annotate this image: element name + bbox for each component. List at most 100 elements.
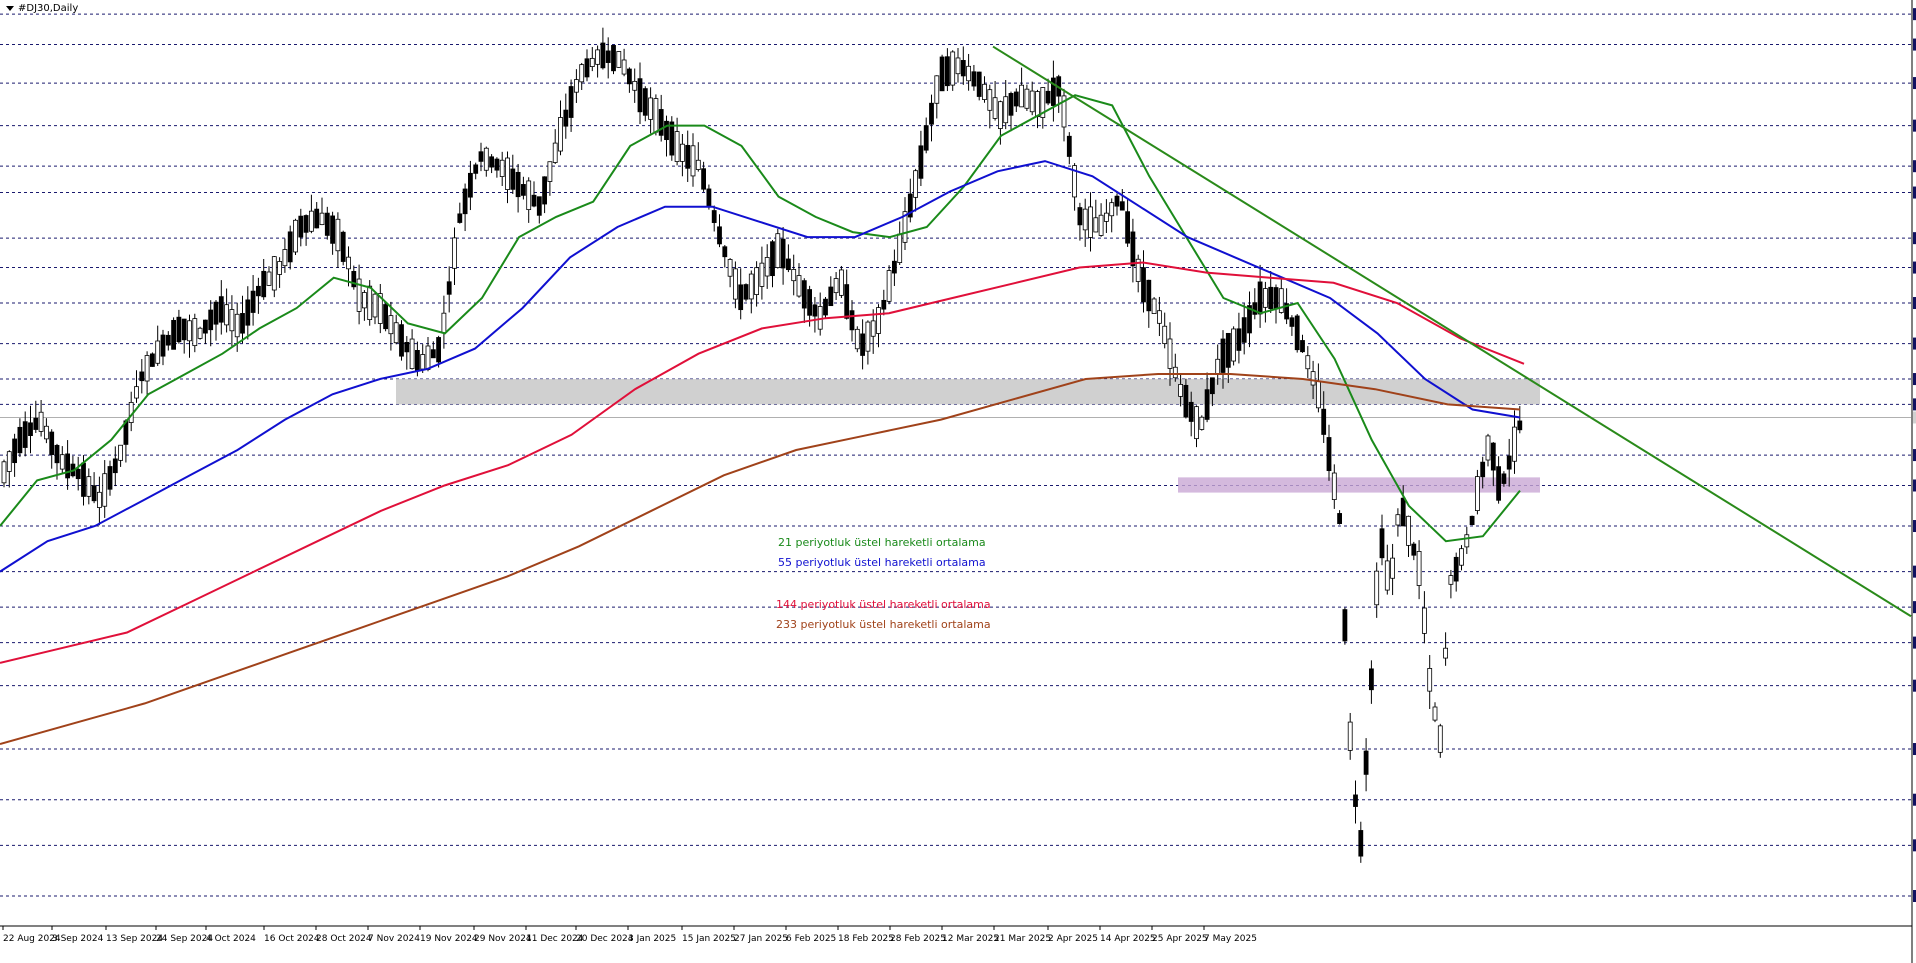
bear-candle xyxy=(568,86,574,118)
time-axis[interactable]: 22 Aug 20243 Sep 2024 13 Sep 202424 Sep 2… xyxy=(2,926,1257,944)
bear-candle xyxy=(218,296,224,323)
bear-candle xyxy=(250,290,256,313)
bear-candle xyxy=(611,45,616,72)
bull-candle xyxy=(388,315,394,335)
bear-candle xyxy=(849,310,855,331)
bull-candle xyxy=(1162,325,1168,344)
x-tick-label: 27 Jan 2025 xyxy=(734,934,788,944)
bull-candle xyxy=(897,233,903,263)
bull-candle xyxy=(616,51,622,68)
bear-candle xyxy=(240,313,245,334)
bull-candle xyxy=(1427,668,1433,692)
support-zone xyxy=(1178,477,1540,493)
bull-candle xyxy=(483,147,489,171)
bear-candle xyxy=(160,334,166,357)
bear-candle xyxy=(722,246,728,258)
x-tick-label: 3 Jan 2025 xyxy=(628,934,676,944)
bear-candle xyxy=(165,334,171,346)
bull-candle xyxy=(552,142,558,163)
bear-candle xyxy=(743,284,749,300)
x-tick-label: 6 Feb 2025 xyxy=(786,934,836,944)
bull-candle xyxy=(499,159,505,177)
bull-candle xyxy=(1035,91,1040,118)
bear-candle xyxy=(923,125,929,151)
bear-candle xyxy=(1453,556,1459,582)
bear-candle xyxy=(1125,211,1130,244)
resistance-zone xyxy=(396,379,1540,405)
bear-candle xyxy=(584,58,590,78)
bull-candle xyxy=(839,269,844,296)
bull-candle xyxy=(966,65,971,82)
bull-candle xyxy=(1263,288,1268,308)
bear-candle xyxy=(494,158,500,171)
bull-candle xyxy=(134,386,139,399)
bear-candle xyxy=(330,215,336,244)
bear-candle xyxy=(770,241,775,277)
bear-candle xyxy=(1369,668,1374,691)
bear-candle xyxy=(515,171,521,198)
bear-candle xyxy=(91,485,97,502)
bull-candle xyxy=(1088,206,1093,238)
bear-candle xyxy=(1400,497,1406,527)
bull-candle xyxy=(1157,310,1162,324)
bull-candle xyxy=(86,476,92,497)
bull-candle xyxy=(621,59,627,75)
bear-candle xyxy=(430,349,436,359)
bear-candle xyxy=(1114,195,1120,207)
bull-candle xyxy=(1384,560,1390,591)
bear-candle xyxy=(563,109,569,127)
bear-candle xyxy=(1066,135,1072,157)
bull-candle xyxy=(361,292,367,309)
bull-candle xyxy=(1305,355,1311,370)
bull-candle xyxy=(234,313,240,338)
bear-candle xyxy=(1506,455,1512,470)
bear-candle xyxy=(701,168,706,190)
bear-candle xyxy=(1379,528,1385,559)
bear-candle xyxy=(22,421,28,448)
bull-candle xyxy=(1199,416,1205,430)
bull-candle xyxy=(791,269,797,282)
bear-candle xyxy=(510,168,516,190)
x-tick-label: 7 Nov 2024 xyxy=(368,934,420,944)
bear-candle xyxy=(1236,328,1242,351)
bull-candle xyxy=(59,454,65,470)
bull-candle xyxy=(293,219,298,253)
bull-candle xyxy=(526,180,532,211)
bear-candle xyxy=(303,215,309,233)
bear-candle xyxy=(1321,408,1327,435)
bull-candle xyxy=(1019,84,1024,108)
bull-candle xyxy=(420,354,426,370)
bear-candle xyxy=(176,316,182,343)
bear-candle xyxy=(171,319,177,350)
bull-candle xyxy=(987,89,993,111)
bear-candle xyxy=(107,466,113,490)
symbol-title[interactable]: #DJ30,Daily xyxy=(6,3,78,14)
bull-candle xyxy=(1003,96,1009,124)
bear-candle xyxy=(446,281,452,295)
bull-candle xyxy=(372,293,378,318)
bull-candle xyxy=(589,57,595,67)
descending-trendline xyxy=(992,45,1912,618)
bear-candle xyxy=(489,156,495,168)
bear-candle xyxy=(1411,543,1417,556)
legend-ema144: 144 periyotluk üstel hareketli ortalama xyxy=(776,598,991,611)
bear-candle xyxy=(1300,340,1305,353)
bull-candle xyxy=(425,345,431,370)
bull-candle xyxy=(1215,358,1221,375)
dropdown-arrow-icon[interactable] xyxy=(6,5,14,11)
bear-candle xyxy=(685,144,691,169)
bear-candle xyxy=(414,349,420,372)
bear-candle xyxy=(860,333,865,356)
bear-candle xyxy=(81,462,86,497)
bear-candle xyxy=(929,102,934,125)
bull-candle xyxy=(144,355,150,382)
bear-candle xyxy=(181,318,187,341)
bull-candle xyxy=(1347,721,1353,751)
bull-candle xyxy=(1310,371,1316,386)
bear-candle xyxy=(1008,93,1014,116)
bear-candle xyxy=(1517,420,1523,431)
bear-candle xyxy=(1353,794,1358,807)
bull-candle xyxy=(748,273,754,300)
bull-candle xyxy=(1422,607,1427,634)
bear-candle xyxy=(823,298,828,316)
